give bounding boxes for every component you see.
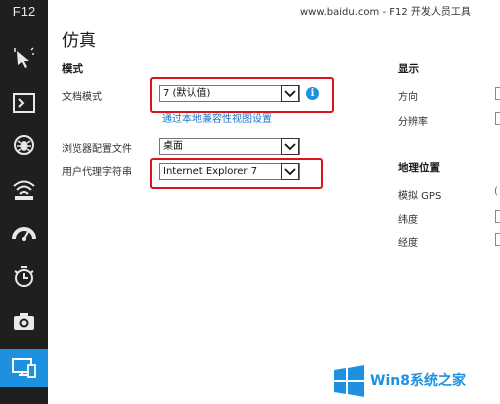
console-icon <box>13 93 35 113</box>
browser-profile-label: 浏览器配置文件 <box>62 144 132 155</box>
sidebar-item-network[interactable] <box>0 170 48 208</box>
latitude-label: 纬度 <box>398 215 418 226</box>
latitude-input[interactable] <box>495 210 500 223</box>
orientation-label: 方向 <box>398 92 418 103</box>
user-agent-label: 用户代理字符串 <box>62 167 132 178</box>
devices-icon <box>12 358 36 378</box>
tool-sidebar: F12 <box>0 0 48 404</box>
browser-profile-value: 桌面 <box>163 141 183 152</box>
sidebar-item-dom-explorer[interactable] <box>0 40 48 78</box>
camera-icon <box>14 313 34 330</box>
gps-toggle[interactable]: ( <box>494 186 498 197</box>
wifi-icon <box>13 180 35 200</box>
bug-icon <box>14 135 34 155</box>
mode-heading: 模式 <box>62 63 83 75</box>
watermark-text: Win8系统之家 <box>370 373 466 389</box>
gps-label: 模拟 GPS <box>398 191 442 202</box>
display-heading: 显示 <box>398 63 419 75</box>
sidebar-item-emulation[interactable] <box>0 349 48 387</box>
sidebar-item-performance[interactable] <box>0 214 48 252</box>
sidebar-item-console[interactable] <box>0 84 48 122</box>
orientation-select[interactable] <box>495 87 500 100</box>
timer-icon <box>14 266 34 287</box>
page-title: 仿真 <box>62 31 96 51</box>
resolution-label: 分辨率 <box>398 117 428 128</box>
geolocation-heading: 地理位置 <box>398 162 440 174</box>
highlight-user-agent <box>150 158 323 189</box>
resolution-select[interactable] <box>495 112 500 125</box>
longitude-input[interactable] <box>495 233 500 246</box>
browser-profile-select[interactable]: 桌面 <box>159 138 300 155</box>
sidebar-item-debugger[interactable] <box>0 126 48 164</box>
f12-title: F12 <box>12 4 36 19</box>
watermark: Win8系统之家 <box>330 362 500 404</box>
document-mode-label: 文档模式 <box>62 92 102 103</box>
highlight-document-mode <box>150 77 334 113</box>
chevron-down-icon <box>281 138 299 155</box>
window-title: www.baidu.com - F12 开发人员工具 <box>300 7 471 18</box>
longitude-label: 经度 <box>398 238 418 249</box>
sidebar-item-profiler[interactable] <box>0 302 48 340</box>
gauge-icon <box>12 227 36 241</box>
pointer-select-icon <box>14 47 34 68</box>
windows-logo-icon <box>334 365 364 397</box>
sidebar-item-memory[interactable] <box>0 258 48 296</box>
